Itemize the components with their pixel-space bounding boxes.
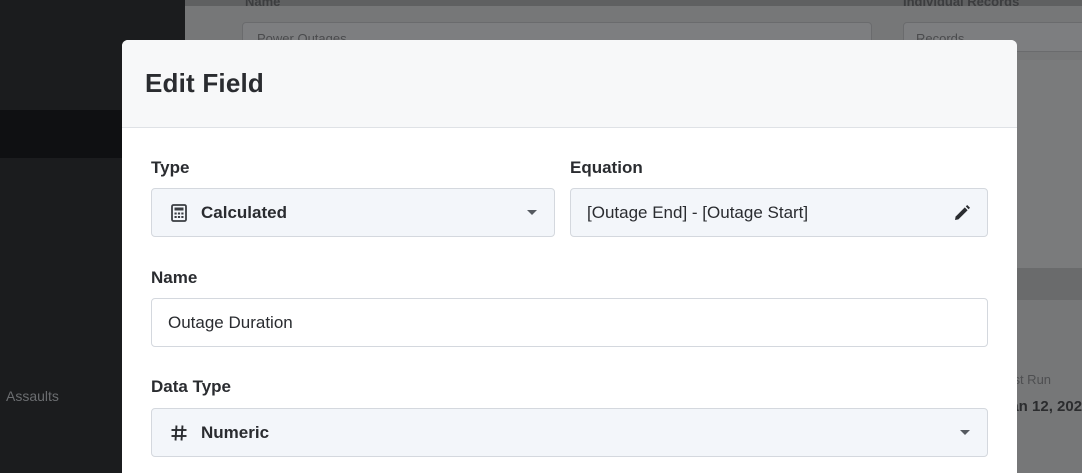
data-type-value: Numeric [201, 422, 270, 442]
data-type-label: Data Type [151, 377, 231, 396]
background-right-band [1017, 268, 1082, 300]
background-name-label: Name [245, 0, 281, 9]
hash-icon [169, 423, 189, 443]
name-label: Name [151, 268, 198, 287]
type-select[interactable]: Calculated [151, 188, 555, 237]
name-value: Outage Duration [168, 312, 293, 332]
equation-label: Equation [570, 158, 643, 177]
name-input[interactable]: Outage Duration [151, 298, 988, 347]
equation-value: [Outage End] - [Outage Start] [587, 202, 809, 222]
edit-field-modal: Edit Field Type Calculated Equation [Out… [122, 40, 1017, 473]
chevron-down-icon [960, 430, 970, 435]
calculator-icon [169, 203, 189, 223]
chevron-down-icon [527, 210, 537, 215]
modal-title: Edit Field [145, 68, 264, 98]
background-sidebar-item-assaults: Assaults [6, 388, 59, 404]
pencil-icon[interactable] [952, 203, 972, 223]
background-records-label: Individual Records [903, 0, 1020, 9]
type-value: Calculated [201, 202, 287, 222]
data-type-select[interactable]: Numeric [151, 408, 988, 457]
type-label: Type [151, 158, 190, 177]
background-right-panel [1017, 60, 1082, 270]
modal-header: Edit Field [122, 40, 1017, 128]
equation-field[interactable]: [Outage End] - [Outage Start] [570, 188, 988, 237]
